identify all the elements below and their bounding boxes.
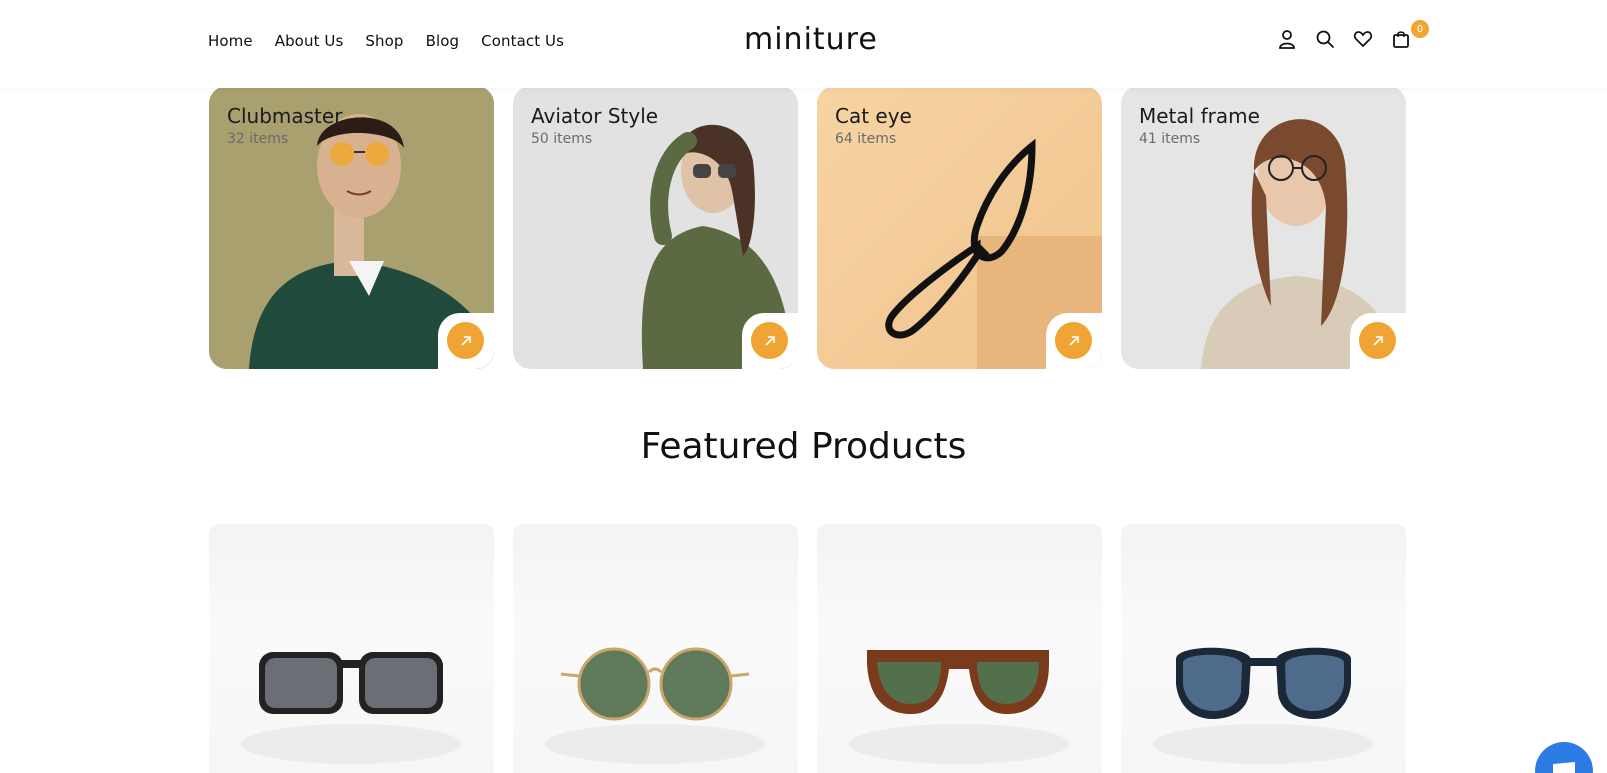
cart-count-badge: 0 (1411, 20, 1429, 38)
user-icon[interactable] (1276, 28, 1298, 50)
arrow-up-right-icon[interactable] (1359, 322, 1396, 359)
category-count: 50 items (531, 131, 593, 147)
chat-button[interactable] (1535, 742, 1593, 773)
category-card-metal-frame[interactable]: Metal frame 41 items (1121, 86, 1406, 369)
product-card[interactable] (817, 524, 1102, 773)
arrow-up-right-icon[interactable] (1055, 322, 1092, 359)
category-grid: Clubmaster 32 items Aviator Style 50 ite… (209, 86, 1406, 369)
search-icon[interactable] (1314, 28, 1336, 50)
heart-icon[interactable] (1352, 28, 1374, 50)
category-title: Metal frame (1139, 104, 1260, 128)
shopping-bag-icon[interactable]: 0 (1390, 20, 1429, 50)
nav-home-link[interactable]: Home (208, 32, 253, 50)
arrow-up-right-icon[interactable] (751, 322, 788, 359)
category-card-clubmaster[interactable]: Clubmaster 32 items (209, 86, 494, 369)
category-count: 32 items (227, 131, 289, 147)
section-title: Featured Products (640, 426, 967, 467)
category-card-cat-eye[interactable]: Cat eye 64 items (817, 86, 1102, 369)
product-image-square-black (241, 652, 461, 764)
category-card-aviator[interactable]: Aviator Style 50 items (513, 86, 798, 369)
product-grid (209, 524, 1406, 773)
nav-shop-link[interactable]: Shop (365, 32, 403, 50)
arrow-up-right-icon[interactable] (447, 322, 484, 359)
main-nav: Home About Us Shop Blog Contact Us (208, 32, 564, 50)
product-card[interactable] (1121, 524, 1406, 773)
category-title: Cat eye (835, 104, 912, 128)
nav-blog-link[interactable]: Blog (426, 32, 460, 50)
category-count: 41 items (1139, 131, 1201, 147)
category-count: 64 items (835, 131, 897, 147)
product-image-tortoise (849, 650, 1069, 764)
product-card[interactable] (209, 524, 494, 773)
nav-contact-link[interactable]: Contact Us (481, 32, 564, 50)
product-image-round-gold (545, 647, 765, 764)
product-card[interactable] (513, 524, 798, 773)
header-icons: 0 (1276, 20, 1429, 50)
nav-about-link[interactable]: About Us (275, 32, 344, 50)
product-image-navy (1153, 647, 1373, 764)
category-title: Clubmaster (227, 104, 343, 128)
site-logo[interactable]: miniture (744, 22, 878, 57)
site-header: Home About Us Shop Blog Contact Us minit… (0, 0, 1607, 88)
category-title: Aviator Style (531, 104, 659, 128)
chat-icon (1553, 762, 1575, 773)
